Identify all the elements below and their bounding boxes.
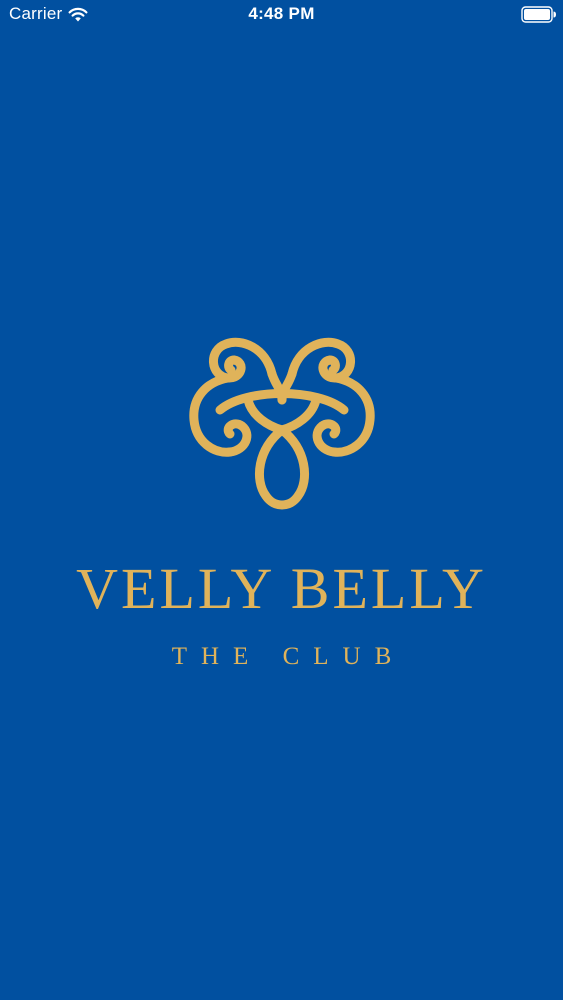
status-time: 4:48 PM xyxy=(248,4,315,23)
battery-icon xyxy=(521,6,557,23)
ornamental-heart-logo-icon xyxy=(186,330,378,520)
status-bar: Carrier 4:48 PM xyxy=(0,0,563,30)
brand-name: VELLY BELLY xyxy=(76,556,487,621)
brand-tagline: THE CLUB xyxy=(171,643,406,670)
